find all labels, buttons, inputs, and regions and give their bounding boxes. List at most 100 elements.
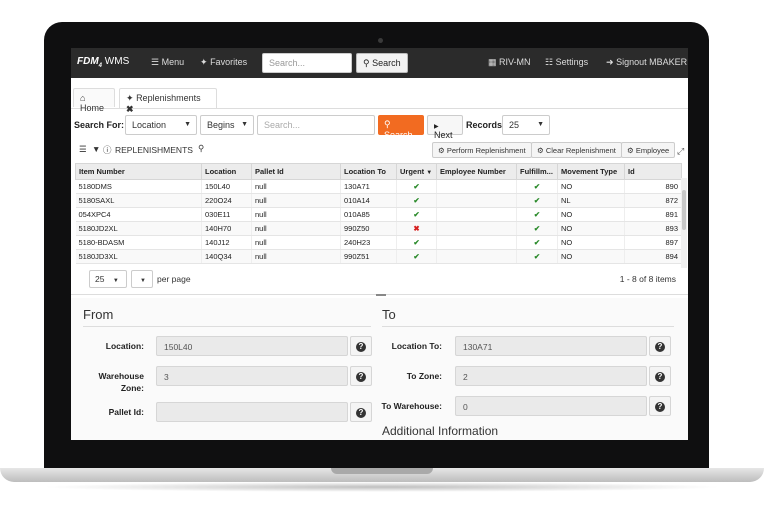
question-icon: ? <box>655 371 665 382</box>
table-cell <box>436 207 517 222</box>
to-warehouse-label: To Warehouse: <box>381 401 442 411</box>
tab-home[interactable]: ⌂ Home <box>73 88 115 113</box>
splitter-handle[interactable] <box>376 294 386 296</box>
pallet-id-help-button[interactable]: ? <box>350 402 372 422</box>
table-cell <box>436 235 517 250</box>
table-cell: 150L40 <box>201 179 252 194</box>
check-icon: ✔ <box>516 249 558 264</box>
column-header[interactable]: Location <box>201 163 252 180</box>
check-icon: ✔ <box>396 193 437 208</box>
search-input[interactable]: Search... <box>257 115 375 135</box>
warehouse-zone-help-button[interactable]: ? <box>350 366 372 386</box>
perform-replenishment-button[interactable]: ⚙ Perform Replenishment <box>432 142 532 158</box>
nav-search-input[interactable]: Search... <box>262 53 352 73</box>
page-number-select[interactable]: ▼ <box>131 270 153 288</box>
table-cell: 990Z51 <box>340 249 397 264</box>
column-header[interactable]: Id <box>624 163 682 180</box>
operator-select[interactable]: Begins ▼ <box>200 115 254 135</box>
to-zone-field[interactable]: 2 <box>455 366 647 386</box>
question-icon: ? <box>356 371 366 382</box>
table-cell: null <box>251 235 341 250</box>
grid-title: REPLENISHMENTS <box>115 145 193 155</box>
location-to-field[interactable]: 130A71 <box>455 336 647 356</box>
table-row[interactable]: 5180JD2XL 140H70 null 990Z50 ✖ ✔ NO 893 <box>75 221 682 236</box>
search-button[interactable]: ⚲ Search <box>378 115 424 140</box>
to-section-title: To <box>382 307 396 322</box>
search-icon: ⚲ <box>384 119 391 129</box>
clear-replenishment-button[interactable]: ⚙ Clear Replenishment <box>531 142 622 158</box>
nav-search-button[interactable]: ⚲ Search <box>356 53 408 73</box>
location-help-button[interactable]: ? <box>350 336 372 356</box>
laptop-notch <box>331 468 433 474</box>
table-row[interactable]: 5180-BDASM 140J12 null 240H23 ✔ ✔ NO 897 <box>75 235 682 250</box>
filter-icon[interactable]: ▼ <box>92 144 100 154</box>
table-row[interactable]: 5180JD3XL 140Q34 null 990Z51 ✔ ✔ NO 894 <box>75 249 682 264</box>
column-header[interactable]: Employee Number <box>436 163 517 180</box>
to-zone-help-button[interactable]: ? <box>649 366 671 386</box>
pallet-id-label: Pallet Id: <box>108 407 144 417</box>
table-cell: 897 <box>624 235 682 250</box>
expand-icon[interactable]: ⤢ <box>677 146 684 157</box>
grid-icon: ☷ <box>545 57 554 67</box>
table-row[interactable]: 054XPC4 030E11 null 010A85 ✔ ✔ NO 891 <box>75 207 682 222</box>
grid-scrollbar-thumb[interactable] <box>682 190 686 230</box>
pallet-id-field[interactable] <box>156 402 348 422</box>
check-icon: ✔ <box>516 179 558 194</box>
to-divider <box>382 326 674 327</box>
records-select[interactable]: 25 ▼ <box>502 115 550 135</box>
location-to-help-button[interactable]: ? <box>649 336 671 356</box>
field-select[interactable]: Location ▼ <box>125 115 197 135</box>
menu-button[interactable]: ☰ Menu <box>151 57 184 68</box>
employee-button[interactable]: ⚙ Employee <box>621 142 676 158</box>
favorites-button[interactable]: ✦ Favorites <box>200 57 247 68</box>
column-header[interactable]: Fulfillm... <box>516 163 558 180</box>
question-icon: ? <box>655 401 665 412</box>
list-icon[interactable]: ☰ <box>79 144 87 155</box>
column-header[interactable]: Location To <box>340 163 397 180</box>
records-label: Records: <box>466 120 506 130</box>
location-indicator[interactable]: ▦ RIV-MN <box>488 57 531 68</box>
caret-down-icon: ▼ <box>241 121 248 128</box>
check-icon: ✔ <box>516 235 558 250</box>
location-to-label: Location To: <box>391 341 442 351</box>
column-header[interactable]: Pallet Id <box>251 163 341 180</box>
app-logo[interactable]: FDM4 WMS <box>77 56 129 69</box>
table-cell: 872 <box>624 193 682 208</box>
location-field[interactable]: 150L40 <box>156 336 348 356</box>
signout-button[interactable]: ➜ Signout MBAKER <box>606 57 687 68</box>
column-header[interactable]: Movement Type <box>557 163 625 180</box>
app-screen: FDM4 WMS ☰ Menu ✦ Favorites Search... ⚲ … <box>71 48 688 440</box>
table-cell <box>436 249 517 264</box>
table-cell: 5180SAXL <box>75 193 202 208</box>
close-icon[interactable]: ✖ <box>126 104 134 114</box>
info-icon[interactable]: ⓘ <box>103 144 112 156</box>
search-for-label: Search For: <box>74 120 125 130</box>
from-section-title: From <box>83 307 114 322</box>
table-cell: 030E11 <box>201 207 252 222</box>
table-cell: 893 <box>624 221 682 236</box>
table-row[interactable]: 5180DMS 150L40 null 130A71 ✔ ✔ NO 890 <box>75 179 682 194</box>
column-header[interactable]: Urgent ▼ <box>396 163 437 180</box>
column-header[interactable]: Item Number <box>75 163 202 180</box>
page-size-select[interactable]: 25 ▼ <box>89 270 127 288</box>
table-cell: 054XPC4 <box>75 207 202 222</box>
to-warehouse-help-button[interactable]: ? <box>649 396 671 416</box>
to-warehouse-field[interactable]: 0 <box>455 396 647 416</box>
table-cell: NO <box>557 235 625 250</box>
next-button[interactable]: ▶ Next <box>427 115 463 140</box>
gear-icon: ⚙ <box>537 146 544 155</box>
table-header-row: Item Number Location Pallet Id Location … <box>75 163 682 180</box>
table-cell <box>436 193 517 208</box>
question-icon: ? <box>356 407 366 418</box>
check-icon: ✔ <box>396 235 437 250</box>
table-cell: null <box>251 207 341 222</box>
pin-icon: ✦ <box>200 57 208 67</box>
table-row[interactable]: 5180SAXL 220O24 null 010A14 ✔ ✔ NL 872 <box>75 193 682 208</box>
warehouse-zone-field[interactable]: 3 <box>156 366 348 386</box>
grid-pager: 25 ▼ ▼ per page 1 - 8 of 8 items <box>71 268 688 292</box>
settings-button[interactable]: ☷ Settings <box>545 57 588 68</box>
table-cell: 220O24 <box>201 193 252 208</box>
tab-replenishments[interactable]: ✦ Replenishments ✖ <box>119 88 217 114</box>
search-icon[interactable]: ⚲ <box>198 143 204 154</box>
question-icon: ? <box>356 341 366 352</box>
